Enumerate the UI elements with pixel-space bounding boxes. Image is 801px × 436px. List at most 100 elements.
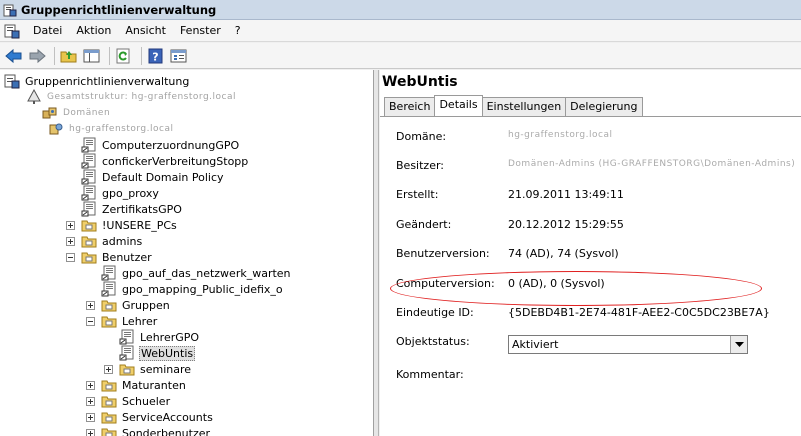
ou-folder-icon bbox=[119, 364, 135, 376]
created-value[interactable]: 21.09.2011 13:49:11 bbox=[508, 188, 624, 201]
tree-item-ou[interactable]: Benutzer bbox=[66, 249, 153, 265]
gpo-link-icon bbox=[81, 153, 96, 169]
owner-label: Besitzer: bbox=[396, 159, 444, 172]
up-folder-icon bbox=[60, 50, 77, 62]
expand-toggle[interactable] bbox=[86, 428, 95, 436]
tree-label: admins bbox=[102, 234, 143, 248]
title-bar: Gruppenrichtlinienverwaltung bbox=[0, 0, 801, 20]
details-tab-body: Domäne: hg-graffenstorg.local Besitzer: … bbox=[380, 116, 801, 436]
tree-label: ComputerzuordnungGPO bbox=[102, 138, 240, 152]
tree-label: ServiceAccounts bbox=[122, 410, 213, 424]
tree-item-forest[interactable]: Gesamtstruktur: hg-graffenstorg.local bbox=[26, 89, 237, 105]
window-title: Gruppenrichtlinienverwaltung bbox=[21, 2, 217, 17]
unique-id-value[interactable]: {5DEBD4B1-2E74-481F-AEE2-C0C5DC23BE7A} bbox=[508, 306, 770, 319]
expand-toggle[interactable] bbox=[86, 300, 95, 310]
tree-item-ou[interactable]: Sonderbenutzer bbox=[86, 425, 211, 436]
tree-item-ou[interactable]: Schueler bbox=[86, 393, 171, 409]
tree-item-ou[interactable]: ServiceAccounts bbox=[86, 409, 214, 425]
pane-splitter[interactable] bbox=[374, 70, 379, 436]
properties-button[interactable] bbox=[169, 46, 189, 66]
expand-toggle[interactable] bbox=[66, 236, 75, 246]
gpmc-icon bbox=[4, 74, 20, 89]
tree-item-domain[interactable]: hg-graffenstorg.local bbox=[48, 121, 174, 137]
menu-aktion[interactable]: Aktion bbox=[69, 24, 118, 37]
tab-delegierung[interactable]: Delegierung bbox=[565, 97, 643, 116]
tab-einstellungen[interactable]: Einstellungen bbox=[481, 97, 567, 116]
dropdown-arrow-icon[interactable] bbox=[730, 336, 747, 353]
owner-value[interactable]: Domänen-Admins (HG-GRAFFENSTORG\Domänen-… bbox=[508, 159, 795, 169]
tree-label: Domänen bbox=[63, 108, 111, 118]
tab-details[interactable]: Details bbox=[434, 95, 483, 116]
tree-label: Maturanten bbox=[122, 378, 186, 392]
tree-item-gpo-link[interactable]: ZertifikatsGPO bbox=[81, 201, 183, 217]
tree-item-ou[interactable]: Gruppen bbox=[86, 297, 171, 313]
ou-folder-icon bbox=[101, 380, 117, 392]
collapse-toggle[interactable] bbox=[86, 316, 95, 326]
menu-fenster[interactable]: Fenster bbox=[173, 24, 228, 37]
tree-item-gpo-link[interactable]: confickerVerbreitungStopp bbox=[81, 153, 249, 169]
back-icon bbox=[5, 48, 22, 63]
toolbar-separator bbox=[54, 46, 55, 65]
expand-toggle[interactable] bbox=[86, 396, 95, 406]
user-version-value[interactable]: 74 (AD), 74 (Sysvol) bbox=[508, 247, 619, 260]
details-pane: WebUntis Bereich Details Einstellungen D… bbox=[380, 70, 801, 436]
ou-folder-icon bbox=[81, 236, 97, 248]
help-icon: ? bbox=[148, 48, 163, 63]
tree-item-gpo-link-selected[interactable]: WebUntis bbox=[119, 345, 196, 361]
tree-item-ou[interactable]: admins bbox=[66, 233, 143, 249]
domain-icon bbox=[49, 123, 63, 135]
expand-toggle[interactable] bbox=[66, 220, 75, 230]
computer-version-label: Computerversion: bbox=[396, 277, 495, 290]
gpo-title: WebUntis bbox=[382, 74, 458, 90]
tree-item-gpo-link[interactable]: LehrerGPO bbox=[119, 329, 200, 345]
tree-item-root[interactable]: Gruppenrichtlinienverwaltung bbox=[4, 73, 190, 89]
tree-pane[interactable]: Gruppenrichtlinienverwaltung Gesamtstruk… bbox=[0, 70, 374, 436]
console-menu-icon[interactable] bbox=[4, 23, 20, 39]
modified-label: Geändert: bbox=[396, 218, 452, 231]
tree-item-domains[interactable]: Domänen bbox=[42, 105, 111, 121]
gpo-link-icon bbox=[81, 185, 96, 201]
tree-item-gpo-link[interactable]: Default Domain Policy bbox=[81, 169, 225, 185]
ou-folder-icon bbox=[101, 300, 117, 312]
gpo-link-icon bbox=[81, 137, 96, 153]
tab-strip: Bereich Details Einstellungen Delegierun… bbox=[384, 95, 643, 116]
tree-label: confickerVerbreitungStopp bbox=[102, 154, 249, 168]
forest-icon bbox=[27, 89, 41, 104]
back-button[interactable] bbox=[4, 46, 24, 66]
computer-version-value[interactable]: 0 (AD), 0 (Sysvol) bbox=[508, 277, 605, 290]
tree-label: Benutzer bbox=[102, 250, 152, 264]
gpo-link-icon bbox=[101, 281, 116, 297]
toolbar-separator bbox=[141, 46, 142, 65]
modified-value[interactable]: 20.12.2012 15:29:55 bbox=[508, 218, 624, 231]
refresh-button[interactable] bbox=[114, 46, 134, 66]
gpo-status-select[interactable]: Aktiviert bbox=[508, 335, 748, 354]
tree-item-ou[interactable]: Maturanten bbox=[86, 377, 187, 393]
tree-label: Gruppenrichtlinienverwaltung bbox=[25, 74, 190, 88]
menu-ansicht[interactable]: Ansicht bbox=[118, 24, 173, 37]
expand-toggle[interactable] bbox=[86, 380, 95, 390]
show-hide-tree-button[interactable] bbox=[82, 46, 102, 66]
tree-item-gpo-link[interactable]: gpo_mapping_Public_idefix_o bbox=[101, 281, 284, 297]
gpo-link-icon bbox=[119, 329, 134, 345]
domain-value[interactable]: hg-graffenstorg.local bbox=[508, 130, 612, 140]
tab-bereich[interactable]: Bereich bbox=[384, 97, 436, 116]
toolbar-separator bbox=[109, 46, 110, 65]
tree-item-ou[interactable]: Lehrer bbox=[86, 313, 158, 329]
ou-folder-icon bbox=[81, 252, 97, 264]
tree-item-gpo-link[interactable]: gpo_auf_das_netzwerk_warten bbox=[101, 265, 292, 281]
tree-label: Default Domain Policy bbox=[102, 170, 224, 184]
up-button[interactable] bbox=[59, 46, 79, 66]
menu-help[interactable]: ? bbox=[228, 24, 248, 37]
forward-button[interactable] bbox=[27, 46, 47, 66]
tree-item-gpo-link[interactable]: ComputerzuordnungGPO bbox=[81, 137, 240, 153]
expand-toggle[interactable] bbox=[104, 364, 113, 374]
menu-datei[interactable]: Datei bbox=[26, 24, 69, 37]
collapse-toggle[interactable] bbox=[66, 252, 75, 262]
gpo-status-value: Aktiviert bbox=[512, 338, 559, 351]
tree-item-gpo-link[interactable]: gpo_proxy bbox=[81, 185, 160, 201]
svg-text:?: ? bbox=[152, 50, 158, 63]
tree-item-ou[interactable]: !UNSERE_PCs bbox=[66, 217, 178, 233]
help-button[interactable]: ? bbox=[146, 46, 166, 66]
tree-item-ou[interactable]: seminare bbox=[104, 361, 192, 377]
expand-toggle[interactable] bbox=[86, 412, 95, 422]
